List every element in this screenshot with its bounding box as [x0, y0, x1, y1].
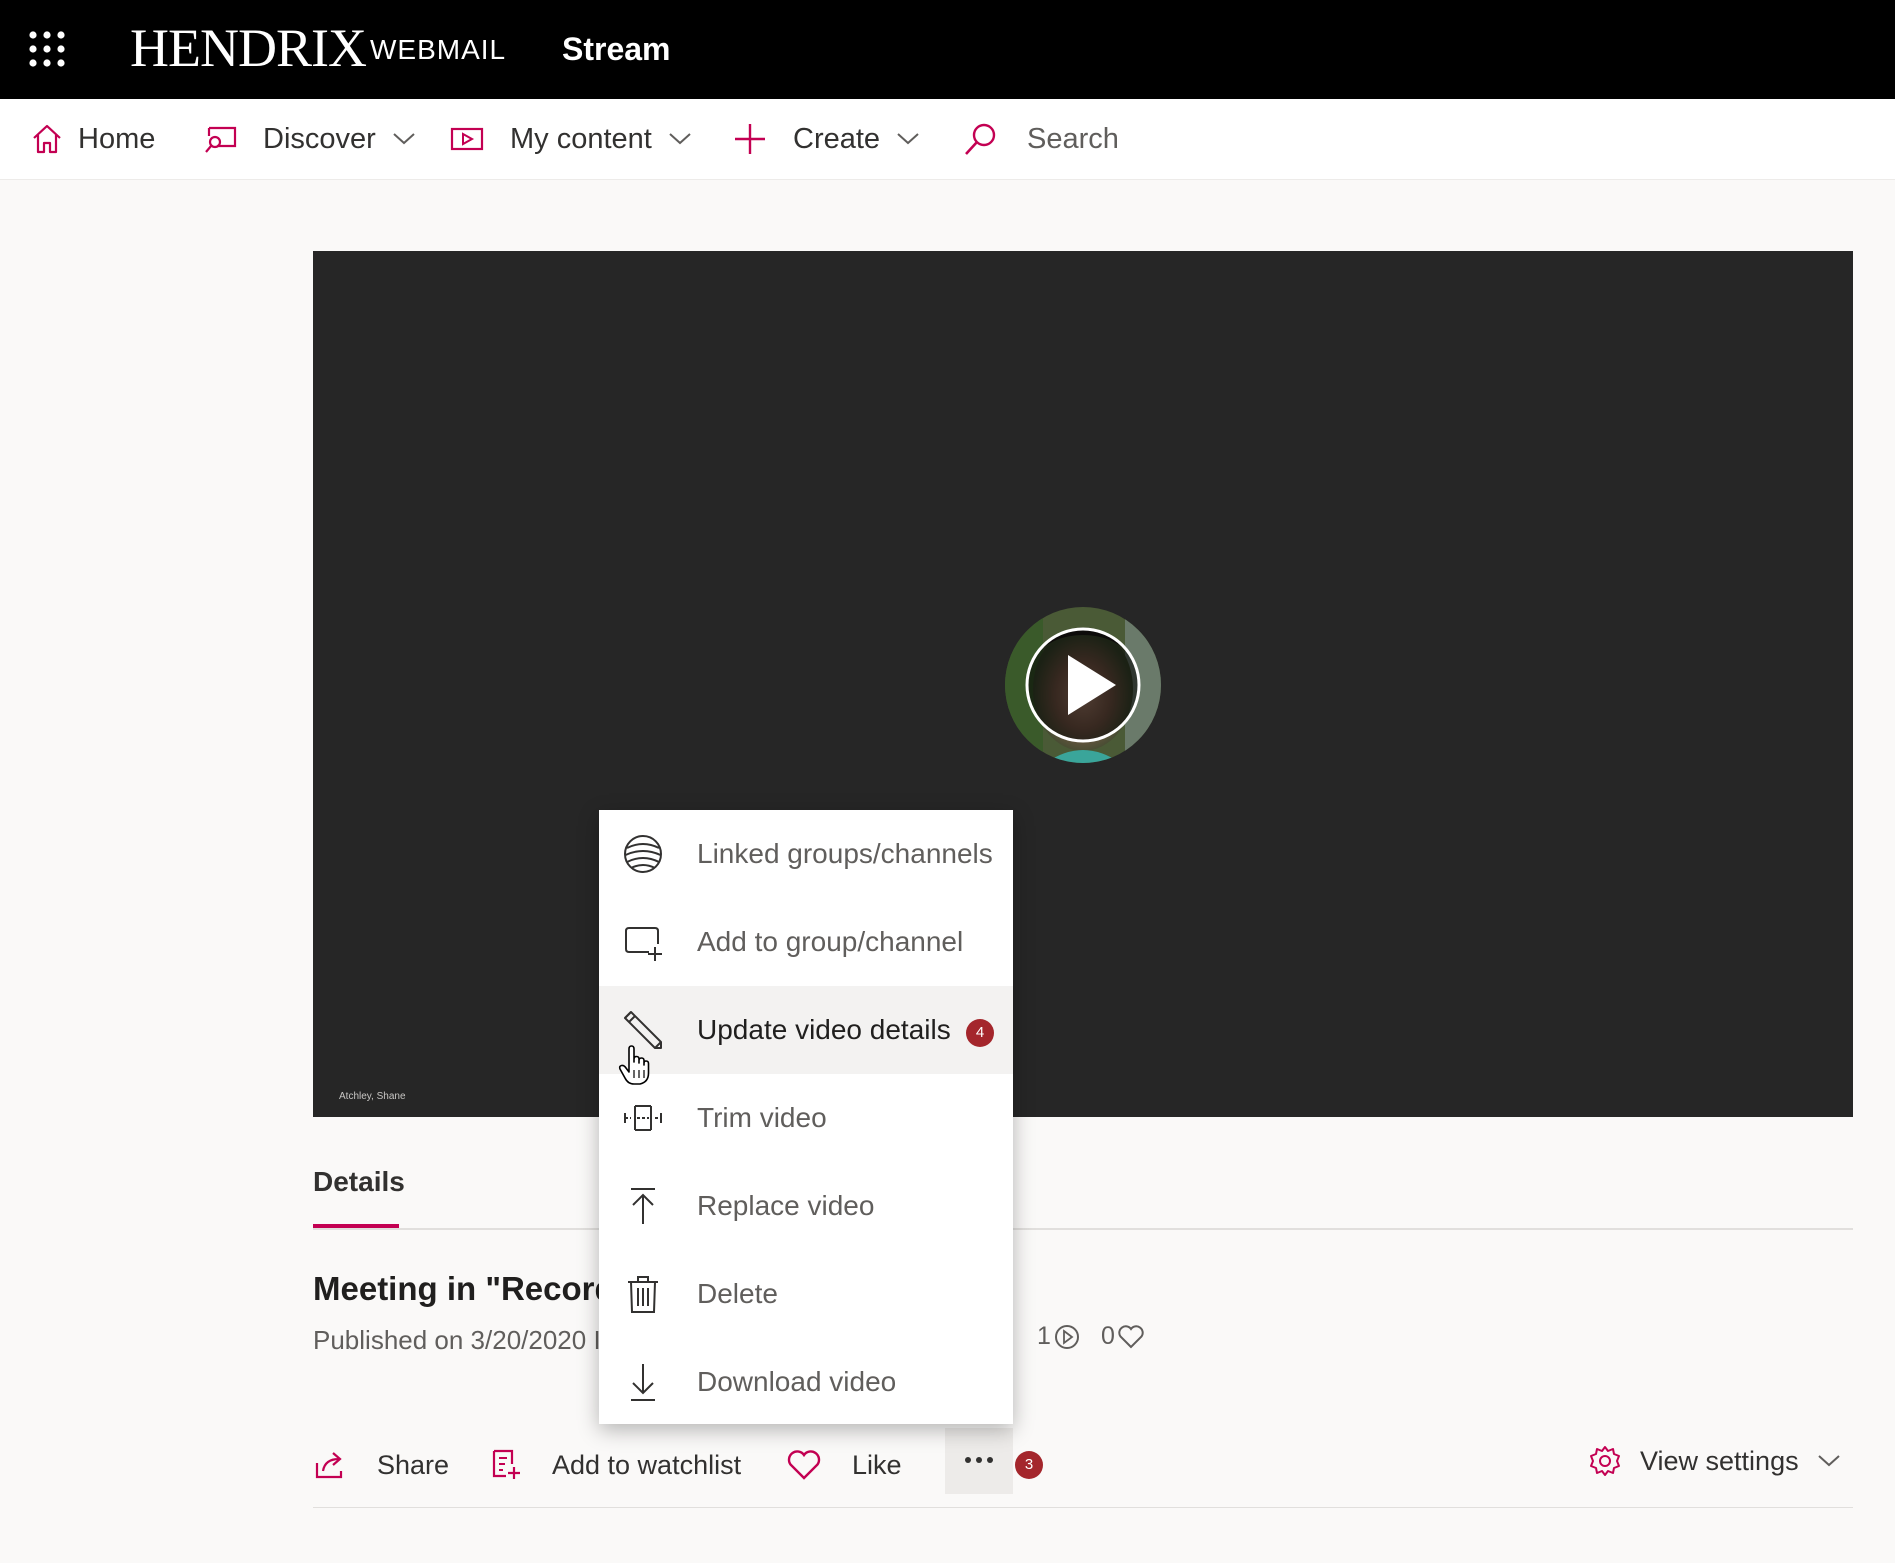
- tabs-divider: [313, 1228, 1853, 1230]
- menu-item-label: Update video details: [697, 1014, 951, 1045]
- nav-my-content[interactable]: My content: [450, 99, 692, 179]
- menu-item-label: Download video: [697, 1366, 897, 1397]
- menu-item-replace-video[interactable]: Replace video: [599, 1162, 1013, 1250]
- search-box[interactable]: Search: [963, 99, 1119, 179]
- search-icon: [965, 123, 996, 155]
- more-dot: [976, 1457, 982, 1463]
- nav-my-content-label: My content: [510, 122, 652, 155]
- nav-discover-label: Discover: [263, 122, 376, 155]
- app-launcher-icon[interactable]: [28, 30, 66, 68]
- home-icon: [33, 124, 61, 154]
- menu-item-linked-groups[interactable]: Linked groups/channels: [599, 810, 1013, 898]
- menu-item-download-video[interactable]: Download video: [599, 1338, 1013, 1426]
- menu-item-label: Linked groups/channels: [697, 838, 993, 869]
- video-content-icon: [450, 127, 484, 151]
- share-label: Share: [377, 1449, 450, 1480]
- like-label: Like: [852, 1449, 902, 1480]
- like-count-value: 0: [1101, 1322, 1115, 1350]
- nav-create[interactable]: Create: [733, 99, 920, 179]
- add-to-group-icon: [625, 927, 662, 961]
- watchlist-icon: [492, 1449, 520, 1479]
- download-icon: [631, 1364, 655, 1401]
- nav-home-label: Home: [78, 122, 156, 155]
- like-button[interactable]: Like: [786, 1440, 902, 1490]
- view-count-value: 1: [1037, 1322, 1051, 1350]
- menu-item-trim-video[interactable]: Trim video: [599, 1074, 1013, 1162]
- nav-bar: Home Discover My content Create Search: [0, 99, 1895, 180]
- menu-item-add-to-group[interactable]: Add to group/channel: [599, 898, 1013, 986]
- more-dot: [965, 1457, 971, 1463]
- upload-icon: [631, 1188, 655, 1224]
- add-to-watchlist-label: Add to watchlist: [552, 1449, 742, 1480]
- trim-icon: [624, 1105, 662, 1131]
- app-title[interactable]: Stream: [562, 30, 671, 68]
- play-button[interactable]: [1003, 605, 1163, 765]
- tab-details[interactable]: Details: [313, 1166, 405, 1198]
- heart-icon: [787, 1450, 821, 1480]
- menu-item-label: Replace video: [697, 1190, 875, 1221]
- more-options-menu: Linked groups/channels Add to group/chan…: [599, 810, 1013, 1424]
- nav-create-label: Create: [793, 122, 881, 155]
- chevron-down-icon: [393, 133, 415, 145]
- add-to-watchlist-button[interactable]: Add to watchlist: [490, 1440, 741, 1490]
- view-settings-label: View settings: [1640, 1445, 1799, 1476]
- share-icon: [315, 1452, 343, 1479]
- top-bar: HENDRIX WEBMAIL Stream: [0, 0, 1895, 99]
- plus-icon: [735, 124, 765, 154]
- published-date: Published on 3/20/2020 I: [313, 1325, 601, 1355]
- menu-item-label: Delete: [697, 1278, 778, 1309]
- video-player[interactable]: Atchley, Shane: [313, 251, 1853, 1117]
- actions-divider: [313, 1507, 1853, 1508]
- hand-cursor-icon: [618, 1045, 650, 1085]
- brand-subtitle[interactable]: WEBMAIL: [370, 33, 506, 67]
- more-options-button[interactable]: [945, 1428, 1013, 1494]
- menu-item-update-video-details[interactable]: Update video details 4: [599, 986, 1013, 1074]
- view-count: 1: [1037, 1322, 1081, 1351]
- view-settings-button[interactable]: View settings: [1588, 1436, 1841, 1486]
- step-badge: 4: [966, 1019, 994, 1047]
- gear-icon: [1590, 1446, 1620, 1476]
- menu-item-delete[interactable]: Delete: [599, 1250, 1013, 1338]
- search-input[interactable]: Search: [1027, 123, 1119, 156]
- like-count: 0: [1101, 1322, 1145, 1351]
- trash-icon: [628, 1276, 658, 1313]
- chevron-down-icon: [897, 133, 919, 145]
- nav-discover[interactable]: Discover: [203, 99, 416, 179]
- globe-icon: [624, 835, 662, 873]
- menu-item-label: Trim video: [697, 1102, 827, 1133]
- brand-logo[interactable]: HENDRIX: [130, 16, 367, 80]
- video-title: Meeting in "Recordi: [313, 1270, 624, 1307]
- heart-icon: [1118, 1324, 1144, 1348]
- chevron-down-icon: [1817, 1455, 1840, 1467]
- menu-item-label: Add to group/channel: [697, 926, 964, 957]
- video-caption: Atchley, Shane: [339, 1091, 406, 1102]
- play-circle-icon: [1054, 1324, 1079, 1349]
- step-badge: 3: [1015, 1451, 1043, 1479]
- more-dot: [987, 1457, 993, 1463]
- nav-home[interactable]: Home: [30, 99, 155, 179]
- discover-icon: [205, 126, 237, 153]
- share-button[interactable]: Share: [313, 1440, 449, 1490]
- chevron-down-icon: [669, 133, 691, 145]
